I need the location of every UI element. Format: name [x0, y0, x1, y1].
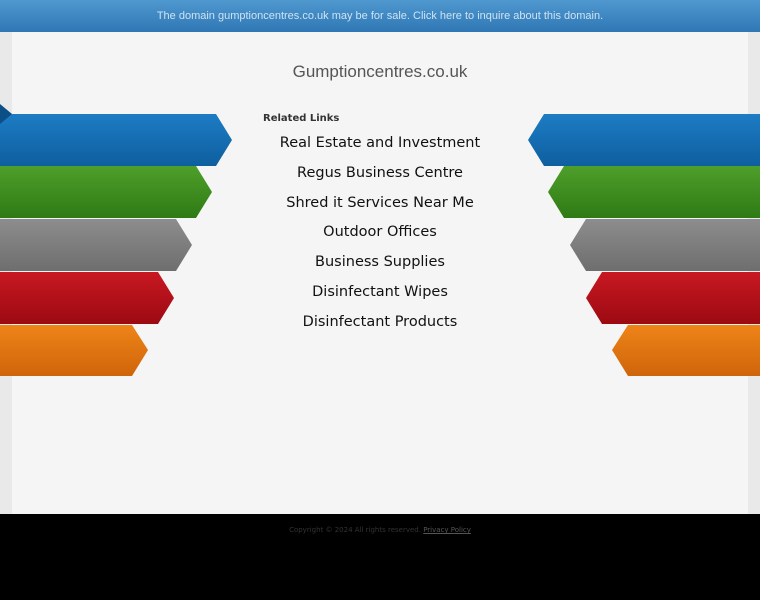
ribbon-fold-left [0, 104, 12, 124]
related-link-business-supplies[interactable]: Business Supplies [315, 254, 445, 270]
related-link-disinfectant-wipes[interactable]: Disinfectant Wipes [312, 284, 448, 300]
related-link-disinfectant-products[interactable]: Disinfectant Products [303, 314, 458, 330]
related-links-list: Real Estate and Investment Regus Busines… [230, 130, 530, 339]
list-item: Outdoor Offices [230, 219, 530, 249]
related-link-outdoor-offices[interactable]: Outdoor Offices [323, 224, 437, 240]
related-link-shred-it[interactable]: Shred it Services Near Me [286, 195, 474, 211]
list-item: Regus Business Centre [230, 160, 530, 190]
domain-sale-banner[interactable]: The domain gumptioncentres.co.uk may be … [0, 0, 760, 32]
footer-text: Copyright © 2024 All rights reserved. Pr… [0, 526, 760, 534]
related-links-heading: Related Links [263, 113, 340, 124]
footer: Copyright © 2024 All rights reserved. Pr… [0, 514, 760, 600]
list-item: Shred it Services Near Me [230, 190, 530, 220]
related-link-real-estate[interactable]: Real Estate and Investment [280, 135, 480, 151]
domain-title: Gumptioncentres.co.uk [292, 62, 468, 81]
list-item: Disinfectant Wipes [230, 279, 530, 309]
list-item: Business Supplies [230, 249, 530, 279]
list-item: Disinfectant Products [230, 309, 530, 339]
privacy-policy-link[interactable]: Privacy Policy [423, 526, 471, 534]
related-link-regus[interactable]: Regus Business Centre [297, 165, 463, 181]
list-item: Real Estate and Investment [230, 130, 530, 160]
copyright-text: Copyright © 2024 All rights reserved. [289, 526, 421, 534]
